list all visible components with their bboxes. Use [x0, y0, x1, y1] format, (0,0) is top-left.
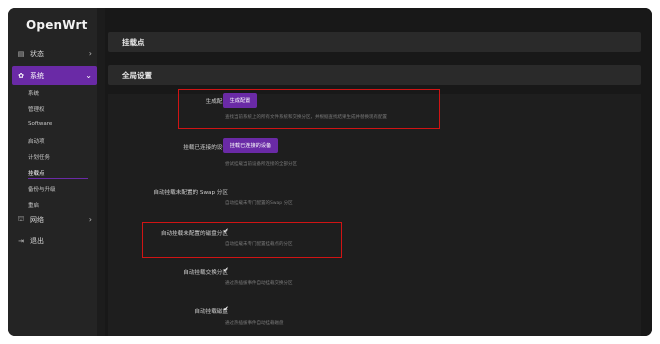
chevron-down-icon: ⌄ [85, 71, 92, 80]
app-window: OpenWrt ▤ 状态 › ✿ 系统 ⌄ 系统 管理权 Software 启动… [8, 8, 652, 336]
sidebar-item-label: 退出 [30, 236, 44, 245]
auto-disk-checkbox[interactable]: ✔ [223, 305, 229, 313]
page-title: 挂载点 [108, 32, 641, 52]
auto-swap-label: 自动挂载未配置的 Swap 分区 [153, 190, 228, 196]
mount-attached-desc: 尝试挂载当前设备所连接的全部分区 [225, 162, 297, 167]
auto-swap-hotplug-label: 自动挂载交换分区 [183, 270, 228, 276]
sidebar-item-logout[interactable]: ⇥ 退出 [12, 231, 97, 250]
sidebar-item-status[interactable]: ▤ 状态 › [12, 44, 97, 63]
sidebar-item-label: 网络 [30, 215, 44, 224]
submenu-item-mountpoints[interactable]: 挂载点 [28, 169, 45, 177]
highlight-box [142, 222, 342, 258]
auto-swap-desc: 自动挂载未专门配置的Swap 分区 [225, 201, 293, 206]
brand-logo: OpenWrt [26, 18, 88, 32]
mount-attached-label: 挂载已连接的设备 [183, 145, 228, 151]
sidebar-item-system[interactable]: ✿ 系统 ⌄ [12, 66, 97, 85]
settings-panel [108, 94, 641, 336]
network-icon: ⛫ [17, 215, 25, 223]
chevron-right-icon: › [88, 215, 92, 224]
gear-icon: ✿ [18, 71, 24, 80]
submenu-item-admin[interactable]: 管理权 [28, 105, 45, 113]
sidebar: OpenWrt ▤ 状态 › ✿ 系统 ⌄ 系统 管理权 Software 启动… [8, 8, 97, 336]
chevron-right-icon: › [88, 49, 92, 58]
mount-attached-button[interactable]: 挂载已连接的设备 [223, 138, 278, 153]
highlight-box [178, 89, 440, 129]
auto-swap-hotplug-desc: 通过热插拔事件自动挂载交换分区 [225, 281, 293, 286]
sidebar-item-label: 系统 [30, 71, 44, 80]
auto-disk-desc: 通过热插拔事件自动挂载磁盘 [225, 321, 284, 326]
submenu-item-backup[interactable]: 备份与升级 [28, 185, 56, 193]
submenu-item-startup[interactable]: 启动项 [28, 137, 45, 145]
auto-swap-hotplug-checkbox[interactable]: ✔ [223, 266, 229, 274]
submenu-item-software[interactable]: Software [28, 121, 52, 127]
section-title: 全局设置 [108, 65, 641, 85]
main-content: 挂载点 全局设置 生成配置 生成配置 查找当前系统上的所有文件系统和交换分区，并… [105, 8, 652, 336]
status-icon: ▤ [17, 49, 25, 58]
logout-icon: ⇥ [18, 236, 24, 245]
submenu-item-crontab[interactable]: 计划任务 [28, 153, 50, 161]
sidebar-item-label: 状态 [30, 49, 44, 58]
sidebar-item-network[interactable]: ⛫ 网络 › [12, 210, 97, 229]
submenu-item-reboot[interactable]: 重启 [28, 201, 39, 209]
submenu-item-system[interactable]: 系统 [28, 89, 39, 97]
active-item-underline [28, 178, 88, 179]
